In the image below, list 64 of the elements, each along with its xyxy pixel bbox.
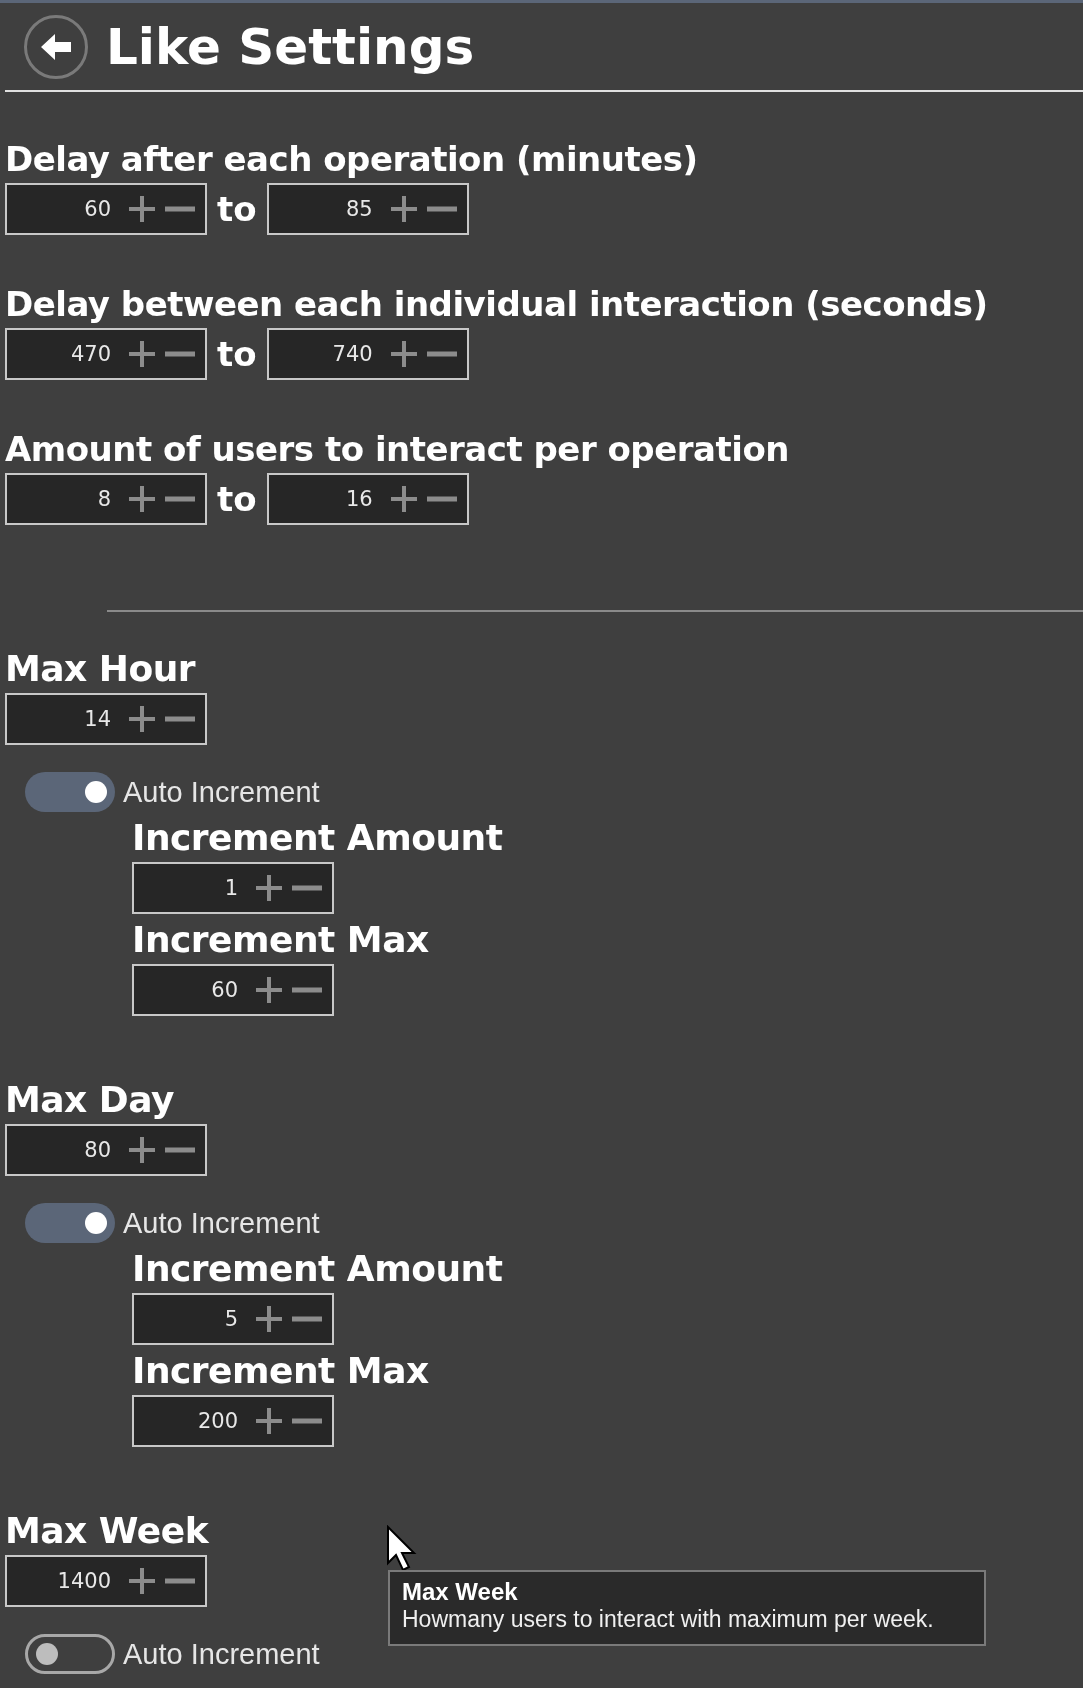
plus-icon [254,1406,284,1436]
range-separator: to [217,334,257,374]
plus-icon [127,704,157,734]
plus-icon [388,194,419,224]
number-field[interactable]: 8 [5,473,207,525]
plus-icon [127,484,157,514]
number-field[interactable]: 1400 [5,1555,207,1607]
minus-icon [292,1316,322,1322]
number-field[interactable]: 470 [5,328,207,380]
setting-label: Amount of users to interact per operation [5,429,789,469]
page-title: Like Settings [106,17,475,76]
plus-icon [127,339,157,369]
number-field[interactable]: 60 [5,183,207,235]
plus-icon [254,975,284,1005]
tooltip-title: Max Week [402,1578,519,1606]
setting-label: Max Week [5,1511,209,1551]
number-field[interactable]: 1 [132,862,334,914]
plus-icon [388,484,419,514]
minus-icon [165,1147,195,1153]
minus-icon [292,1418,322,1424]
minus-icon [426,351,457,357]
plus-icon [127,194,157,224]
plus-icon [254,1304,284,1334]
setting-label: Max Hour [5,649,196,689]
mouse-cursor-icon [386,1525,418,1573]
number-field[interactable]: 5 [132,1293,334,1345]
minus-icon [165,1578,195,1584]
minus-icon [426,496,457,502]
number-field[interactable]: 14 [5,693,207,745]
setting-label: Increment Amount [132,818,503,858]
plus-icon [254,873,284,903]
minus-icon [292,885,322,891]
toggle-switch[interactable] [25,1634,115,1674]
toggle-label: Auto Increment [123,775,320,809]
setting-label: Increment Max [132,1351,429,1391]
toggle-switch[interactable] [25,1203,115,1243]
toggle-switch[interactable] [25,772,115,812]
setting-label: Increment Amount [132,1249,503,1289]
back-button[interactable] [24,14,88,79]
plus-icon [127,1135,157,1165]
minus-icon [426,206,457,212]
minus-icon [165,351,195,357]
minus-icon [165,206,195,212]
toggle-label: Auto Increment [123,1206,320,1240]
minus-icon [292,987,322,993]
number-field[interactable]: 85 [266,183,469,235]
number-field[interactable]: 16 [266,473,469,525]
number-field[interactable]: 60 [132,964,334,1016]
range-separator: to [217,189,257,229]
number-field[interactable]: 740 [266,328,469,380]
plus-icon [388,339,419,369]
number-field[interactable]: 80 [5,1124,207,1176]
range-separator: to [217,479,257,519]
back-arrow-icon [39,31,73,62]
setting-label: Increment Max [132,920,429,960]
number-field[interactable]: 200 [132,1395,334,1447]
toggle-label: Auto Increment [123,1637,320,1671]
plus-icon [127,1566,157,1596]
setting-label: Delay after each operation (minutes) [5,139,698,179]
setting-label: Max Day [5,1080,174,1120]
setting-label: Delay between each individual interaction (seconds) [5,284,988,324]
tooltip-text: Howmany users to interact with maximum per week. [402,1606,935,1633]
minus-icon [165,496,195,502]
minus-icon [165,716,195,722]
